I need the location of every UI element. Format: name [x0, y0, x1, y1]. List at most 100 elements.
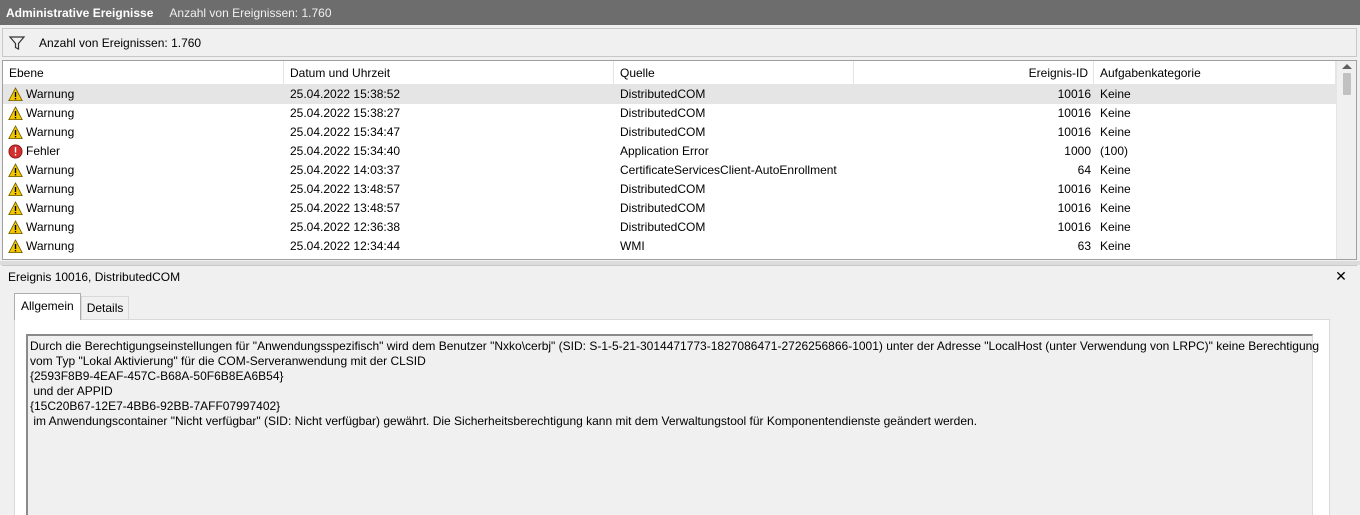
level-label: Warnung [26, 182, 75, 196]
source-cell: DistributedCOM [620, 220, 706, 234]
table-row[interactable]: Warnung 25.04.2022 15:38:27 DistributedCOM… [3, 104, 1336, 123]
level-label: Warnung [26, 125, 75, 139]
filter-icon[interactable] [8, 34, 26, 52]
view-title: Administrative Ereignisse [6, 5, 154, 20]
category-cell: (100) [1100, 144, 1129, 158]
table-row[interactable]: Warnung 25.04.2022 15:34:47 DistributedCOM… [3, 123, 1336, 142]
warning-icon [8, 201, 23, 215]
warning-icon [8, 220, 23, 234]
warning-icon [8, 182, 23, 196]
detail-tabs: Allgemein Details [14, 293, 130, 320]
table-row[interactable]: Warnung 25.04.2022 13:48:57 DistributedCOM… [3, 180, 1336, 199]
event-rows: Warnung 25.04.2022 15:38:52 DistributedCOM… [3, 85, 1336, 256]
date-cell: 25.04.2022 13:48:57 [290, 201, 401, 215]
source-cell: DistributedCOM [620, 125, 706, 139]
description-line: und der APPID [30, 384, 113, 398]
source-cell: DistributedCOM [620, 87, 706, 101]
list-header: Ebene Datum und Uhrzeit Quelle Ereignis-… [3, 61, 1336, 85]
event-id-cell: 10016 [1057, 106, 1091, 120]
scroll-up-icon[interactable] [1342, 64, 1352, 69]
description-line: vom Typ "Lokal Aktivierung" für die COM-… [30, 354, 426, 368]
event-id-cell: 10016 [1057, 87, 1091, 101]
warning-icon [8, 239, 23, 253]
event-id-cell: 63 [1077, 239, 1091, 253]
source-cell: DistributedCOM [620, 201, 706, 215]
source-cell: CertificateServicesClient-AutoEnrollment [620, 163, 837, 177]
level-cell: Warnung [8, 85, 278, 104]
level-label: Warnung [26, 239, 75, 253]
source-cell: DistributedCOM [620, 106, 706, 120]
level-cell: Warnung [8, 180, 278, 199]
event-count: Anzahl von Ereignissen: 1.760 [39, 35, 202, 50]
level-cell: Warnung [8, 161, 278, 180]
level-label: Warnung [26, 163, 75, 177]
tab-general[interactable]: Allgemein [14, 293, 81, 320]
event-id-cell: 10016 [1057, 182, 1091, 196]
level-cell: Warnung [8, 104, 278, 123]
description-line: im Anwendungscontainer "Nicht verfügbar"… [30, 414, 978, 428]
category-cell: Keine [1100, 87, 1131, 101]
filter-bar: Anzahl von Ereignissen: 1.760 [2, 28, 1357, 57]
event-id-cell: 10016 [1057, 125, 1091, 139]
date-cell: 25.04.2022 15:38:52 [290, 87, 401, 101]
description-line: Durch die Berechtigungseinstellungen für… [30, 339, 1319, 353]
warning-icon [8, 87, 23, 101]
category-cell: Keine [1100, 163, 1131, 177]
event-id-cell: 10016 [1057, 201, 1091, 215]
column-header-source[interactable]: Quelle [614, 61, 854, 85]
level-cell: Warnung [8, 123, 278, 142]
title-bar: Administrative Ereignisse Anzahl von Ere… [0, 0, 1360, 25]
scroll-thumb[interactable] [1343, 73, 1351, 95]
category-cell: Keine [1100, 239, 1131, 253]
level-cell: Warnung [8, 218, 278, 237]
detail-header: Ereignis 10016, DistributedCOM ✕ [2, 265, 1357, 287]
event-id-cell: 64 [1077, 163, 1091, 177]
detail-title: Ereignis 10016, DistributedCOM [8, 269, 181, 284]
event-description[interactable]: Durch die Berechtigungseinstellungen für… [26, 334, 1319, 515]
level-cell: Warnung [8, 237, 278, 256]
date-cell: 25.04.2022 15:34:47 [290, 125, 401, 139]
date-cell: 25.04.2022 13:48:57 [290, 182, 401, 196]
table-row[interactable]: Warnung 25.04.2022 12:36:38 DistributedCOM… [3, 218, 1336, 237]
vertical-scrollbar[interactable] [1336, 61, 1356, 259]
table-row[interactable]: Warnung 25.04.2022 13:48:57 DistributedCOM… [3, 199, 1336, 218]
close-icon[interactable]: ✕ [1335, 269, 1347, 283]
level-label: Warnung [26, 201, 75, 215]
category-cell: Keine [1100, 201, 1131, 215]
level-label: Warnung [26, 220, 75, 234]
column-header-level[interactable]: Ebene [3, 61, 284, 85]
date-cell: 25.04.2022 14:03:37 [290, 163, 401, 177]
category-cell: Keine [1100, 125, 1131, 139]
level-label: Warnung [26, 106, 75, 120]
category-cell: Keine [1100, 220, 1131, 234]
event-id-cell: 10016 [1057, 220, 1091, 234]
column-header-category[interactable]: Aufgabenkategorie [1094, 61, 1336, 85]
category-cell: Keine [1100, 182, 1131, 196]
table-row[interactable]: Warnung 25.04.2022 12:34:44 WMI 63 Keine [3, 237, 1336, 256]
warning-icon [8, 163, 23, 177]
table-row[interactable]: Warnung 25.04.2022 15:38:52 DistributedCOM… [3, 85, 1336, 104]
table-row[interactable]: Warnung 25.04.2022 14:03:37 CertificateSer… [3, 161, 1336, 180]
category-cell: Keine [1100, 106, 1131, 120]
event-list[interactable]: Ebene Datum und Uhrzeit Quelle Ereignis-… [2, 60, 1357, 260]
warning-icon [8, 125, 23, 139]
column-header-event-id[interactable]: Ereignis-ID [854, 61, 1094, 85]
warning-icon [8, 106, 23, 120]
date-cell: 25.04.2022 15:34:40 [290, 144, 401, 158]
table-row[interactable]: Fehler 25.04.2022 15:34:40 Application Err… [3, 142, 1336, 161]
source-cell: Application Error [620, 144, 709, 158]
error-icon [8, 144, 23, 159]
date-cell: 25.04.2022 15:38:27 [290, 106, 401, 120]
description-line: {15C20B67-12E7-4BB6-92BB-7AFF07997402} [30, 399, 281, 413]
tab-details[interactable]: Details [80, 296, 130, 319]
column-header-date[interactable]: Datum und Uhrzeit [284, 61, 614, 85]
description-line: {2593F8B9-4EAF-457C-B68A-50F6B8EA6B54} [30, 369, 284, 383]
date-cell: 25.04.2022 12:36:38 [290, 220, 401, 234]
source-cell: WMI [620, 239, 645, 253]
event-id-cell: 1000 [1064, 144, 1091, 158]
level-label: Warnung [26, 87, 75, 101]
source-cell: DistributedCOM [620, 182, 706, 196]
event-count-title: Anzahl von Ereignissen: 1.760 [169, 5, 332, 20]
level-label: Fehler [26, 144, 61, 158]
level-cell: Warnung [8, 199, 278, 218]
